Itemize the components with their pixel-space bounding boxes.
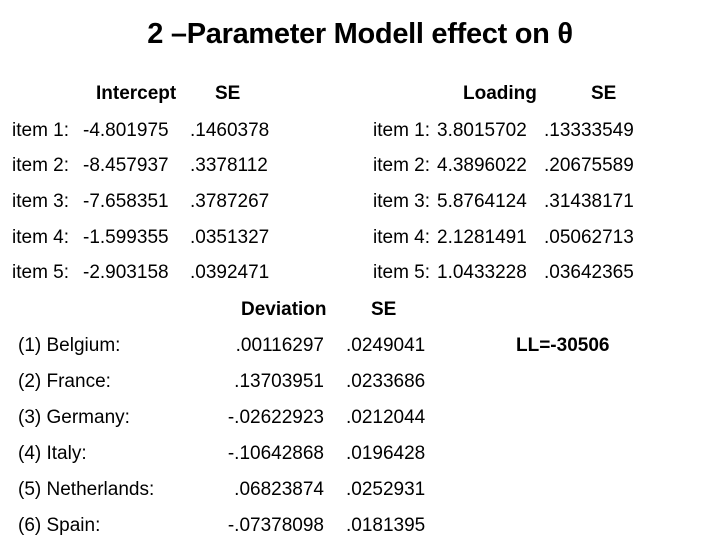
se-value: .1460378 <box>190 120 270 141</box>
se-value: .31438171 <box>544 191 634 212</box>
country-label: (4) Italy: <box>18 443 87 464</box>
se-value: .0181395 <box>346 515 426 536</box>
se-value: .3787267 <box>190 191 270 212</box>
item-label: item 1: <box>12 120 70 141</box>
country-label: (6) Spain: <box>18 515 101 536</box>
log-likelihood: LL=-30506 <box>516 335 610 356</box>
deviation-value: -.07378098 <box>227 515 324 536</box>
loading-header: Loading <box>463 83 537 104</box>
item-label: item 5: <box>12 262 70 283</box>
se-value: .3378112 <box>190 155 268 176</box>
deviation-value: .06823874 <box>234 479 324 500</box>
item-label: item 2: <box>373 155 431 176</box>
loading-value: 5.8764124 <box>437 191 527 212</box>
intercept-header: Intercept <box>96 83 177 104</box>
deviation-value: -.10642868 <box>227 443 324 464</box>
deviation-se-header: SE <box>371 299 397 320</box>
loading-value: 2.1281491 <box>437 227 527 248</box>
item-label: item 3: <box>12 191 70 212</box>
deviation-value: -.02622923 <box>227 407 324 428</box>
country-label: (5) Netherlands: <box>18 479 155 500</box>
intercept-value: -8.457937 <box>83 155 169 176</box>
page-title: 2 –Parameter Modell effect on θ <box>147 18 573 50</box>
country-label: (2) France: <box>18 371 111 392</box>
intercept-se-header: SE <box>215 83 241 104</box>
item-label: item 3: <box>373 191 431 212</box>
intercept-value: -2.903158 <box>83 262 169 283</box>
item-label: item 4: <box>373 227 431 248</box>
item-label: item 5: <box>373 262 431 283</box>
loading-se-header: SE <box>591 83 617 104</box>
country-label: (1) Belgium: <box>18 335 121 356</box>
se-value: .0351327 <box>190 227 270 248</box>
deviation-header: Deviation <box>241 299 327 320</box>
se-value: .0249041 <box>346 335 426 356</box>
loading-value: 1.0433228 <box>437 262 527 283</box>
se-value: .13333549 <box>544 120 634 141</box>
se-value: .0196428 <box>346 443 426 464</box>
country-label: (3) Germany: <box>18 407 130 428</box>
se-value: .0233686 <box>346 371 426 392</box>
intercept-value: -4.801975 <box>83 120 169 141</box>
intercept-value: -1.599355 <box>83 227 169 248</box>
item-label: item 2: <box>12 155 70 176</box>
se-value: .0212044 <box>346 407 426 428</box>
loading-value: 3.8015702 <box>437 120 527 141</box>
se-value: .20675589 <box>544 155 634 176</box>
item-label: item 4: <box>12 227 70 248</box>
intercept-value: -7.658351 <box>83 191 169 212</box>
deviation-value: .13703951 <box>234 371 324 392</box>
deviation-value: .00116297 <box>235 335 324 356</box>
item-label: item 1: <box>373 120 431 141</box>
se-value: .03642365 <box>544 262 634 283</box>
se-value: .0392471 <box>190 262 270 283</box>
se-value: .05062713 <box>544 227 634 248</box>
se-value: .0252931 <box>346 479 426 500</box>
loading-value: 4.3896022 <box>437 155 527 176</box>
